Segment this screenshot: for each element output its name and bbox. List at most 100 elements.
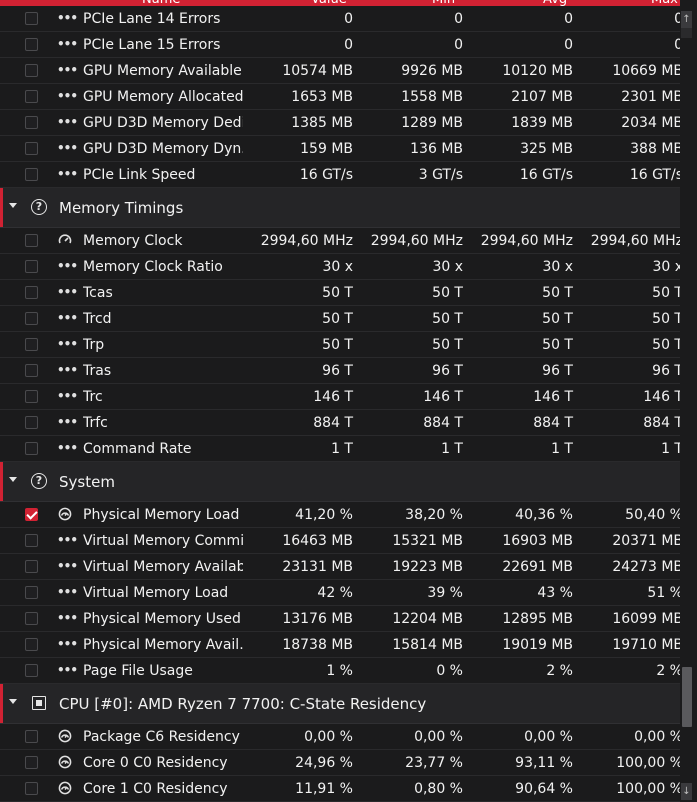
graph-checkbox[interactable] xyxy=(25,586,38,599)
sensor-value: 16463 MB xyxy=(282,533,353,549)
sensor-row[interactable]: ••• PCIe Lane 14 Errors 0 0 0 0 xyxy=(0,6,683,32)
sensor-avg: 884 T xyxy=(533,415,573,431)
sensor-min: 12204 MB xyxy=(392,611,463,627)
sensor-row[interactable]: ••• Memory Clock Ratio 30 x 30 x 30 x 30 x xyxy=(0,254,683,280)
sensor-max: 100,00 % xyxy=(616,781,683,797)
scroll-track[interactable] xyxy=(681,28,692,38)
sensor-value: 0 xyxy=(344,11,353,27)
sensor-avg: 50 T xyxy=(542,285,573,301)
sensor-row[interactable]: ••• GPU D3D Memory Dedi... 1385 MB 1289 MB 1… xyxy=(0,110,683,136)
load-icon xyxy=(57,506,73,522)
scroll-thumb[interactable] xyxy=(682,667,692,727)
sensor-avg: 19019 MB xyxy=(502,637,573,653)
sensor-value: 1385 MB xyxy=(291,115,353,131)
sensor-max: 50 T xyxy=(652,311,683,327)
sensor-avg: 96 T xyxy=(542,363,573,379)
sensor-min: 96 T xyxy=(432,363,463,379)
sensor-avg: 2107 MB xyxy=(511,89,573,105)
sensor-min: 0 % xyxy=(436,663,463,679)
graph-checkbox[interactable] xyxy=(25,286,38,299)
sensor-value: 42 % xyxy=(317,585,353,601)
graph-checkbox[interactable] xyxy=(25,38,38,51)
graph-checkbox[interactable] xyxy=(25,416,38,429)
sensor-row[interactable]: ••• GPU Memory Allocated 1653 MB 1558 MB 210… xyxy=(0,84,683,110)
sensor-row[interactable]: ••• Trcd 50 T 50 T 50 T 50 T xyxy=(0,306,683,332)
graph-checkbox[interactable] xyxy=(25,560,38,573)
sensor-avg: 50 T xyxy=(542,337,573,353)
sensor-row[interactable]: ••• Page File Usage 1 % 0 % 2 % 2 % xyxy=(0,658,683,684)
dots-icon: ••• xyxy=(57,285,78,299)
sensor-row[interactable]: ••• Trp 50 T 50 T 50 T 50 T xyxy=(0,332,683,358)
sensor-row[interactable]: Package C6 Residency 0,00 % 0,00 % 0,00 % 0,… xyxy=(0,724,683,750)
sensor-min: 9926 MB xyxy=(401,63,463,79)
sensor-avg: 16 GT/s xyxy=(519,167,573,183)
sensor-value: 1653 MB xyxy=(291,89,353,105)
sensor-avg: 0 xyxy=(564,37,573,53)
sensor-max: 884 T xyxy=(643,415,683,431)
sensor-value: 1 % xyxy=(326,663,353,679)
graph-checkbox[interactable] xyxy=(25,442,38,455)
graph-checkbox[interactable] xyxy=(25,664,38,677)
dots-icon: ••• xyxy=(57,337,78,351)
graph-checkbox[interactable] xyxy=(25,534,38,547)
graph-checkbox[interactable] xyxy=(25,90,38,103)
sensor-row[interactable]: ••• Physical Memory Avail... 18738 MB 15814… xyxy=(0,632,683,658)
dots-icon: ••• xyxy=(57,663,78,677)
sensor-row[interactable]: ••• GPU Memory Available 10574 MB 9926 MB 10… xyxy=(0,58,683,84)
sensor-row[interactable]: Core 0 C0 Residency 24,96 % 23,77 % 93,11 %… xyxy=(0,750,683,776)
chevron-down-icon[interactable] xyxy=(9,699,17,704)
graph-checkbox[interactable] xyxy=(25,508,38,521)
group-header[interactable]: ? System xyxy=(0,462,680,502)
dots-icon: ••• xyxy=(57,259,78,273)
sensor-row[interactable]: ••• Command Rate 1 T 1 T 1 T 1 T xyxy=(0,436,683,462)
sensor-avg: 0 xyxy=(564,11,573,27)
graph-checkbox[interactable] xyxy=(25,782,38,795)
graph-checkbox[interactable] xyxy=(25,756,38,769)
sensor-row[interactable]: ••• PCIe Lane 15 Errors 0 0 0 0 xyxy=(0,32,683,58)
sensor-row[interactable]: ••• Physical Memory Used 13176 MB 12204 MB 1… xyxy=(0,606,683,632)
chevron-down-icon[interactable] xyxy=(9,203,17,208)
sensor-row[interactable]: ••• PCIe Link Speed 16 GT/s 3 GT/s 16 GT/s 16… xyxy=(0,162,683,188)
sensor-min: 23,77 % xyxy=(405,755,463,771)
graph-checkbox[interactable] xyxy=(25,12,38,25)
chevron-down-icon[interactable] xyxy=(9,477,17,482)
sensor-row[interactable]: Memory Clock 2994,60 MHz 2994,60 MHz 2994,6… xyxy=(0,228,683,254)
graph-checkbox[interactable] xyxy=(25,364,38,377)
graph-checkbox[interactable] xyxy=(25,234,38,247)
dots-icon: ••• xyxy=(57,585,78,599)
graph-checkbox[interactable] xyxy=(25,638,38,651)
sensor-avg: 2 % xyxy=(546,663,573,679)
sensor-row[interactable]: ••• Trc 146 T 146 T 146 T 146 T xyxy=(0,384,683,410)
sensor-row[interactable]: Physical Memory Load 41,20 % 38,20 % 40,36 … xyxy=(0,502,683,528)
sensor-value: 23131 MB xyxy=(282,559,353,575)
graph-checkbox[interactable] xyxy=(25,338,38,351)
graph-checkbox[interactable] xyxy=(25,64,38,77)
sensor-max: 50,40 % xyxy=(625,507,683,523)
sensor-row[interactable]: Core 1 C0 Residency 11,91 % 0,80 % 90,64 % 1… xyxy=(0,776,683,802)
sensor-row[interactable]: ••• Tras 96 T 96 T 96 T 96 T xyxy=(0,358,683,384)
sensor-max: 24273 MB xyxy=(612,559,683,575)
graph-checkbox[interactable] xyxy=(25,612,38,625)
group-header[interactable]: ? Memory Timings xyxy=(0,188,680,228)
graph-checkbox[interactable] xyxy=(25,142,38,155)
sensor-min: 0,80 % xyxy=(414,781,463,797)
graph-checkbox[interactable] xyxy=(25,730,38,743)
graph-checkbox[interactable] xyxy=(25,260,38,273)
dots-icon: ••• xyxy=(57,11,78,25)
sensor-min: 3 GT/s xyxy=(418,167,463,183)
scroll-up-button[interactable]: ↑ xyxy=(681,11,692,28)
sensor-row[interactable]: ••• GPU D3D Memory Dyn... 159 MB 136 MB 325 … xyxy=(0,136,683,162)
graph-checkbox[interactable] xyxy=(25,116,38,129)
sensor-row[interactable]: ••• Trfc 884 T 884 T 884 T 884 T xyxy=(0,410,683,436)
sensor-row[interactable]: ••• Tcas 50 T 50 T 50 T 50 T xyxy=(0,280,683,306)
sensor-row[interactable]: ••• Virtual Memory Load 42 % 39 % 43 % 51 % xyxy=(0,580,683,606)
sensor-min: 50 T xyxy=(432,337,463,353)
sensor-row[interactable]: ••• Virtual Memory Available 23131 MB 19223… xyxy=(0,554,683,580)
graph-checkbox[interactable] xyxy=(25,312,38,325)
sensor-min: 2994,60 MHz xyxy=(370,233,463,249)
group-header[interactable]: CPU [#0]: AMD Ryzen 7 7700: C-State Resi… xyxy=(0,684,680,724)
sensor-row[interactable]: ••• Virtual Memory Commi... 16463 MB 15321 … xyxy=(0,528,683,554)
graph-checkbox[interactable] xyxy=(25,390,38,403)
graph-checkbox[interactable] xyxy=(25,168,38,181)
scroll-down-button[interactable]: ↓ xyxy=(681,783,692,800)
